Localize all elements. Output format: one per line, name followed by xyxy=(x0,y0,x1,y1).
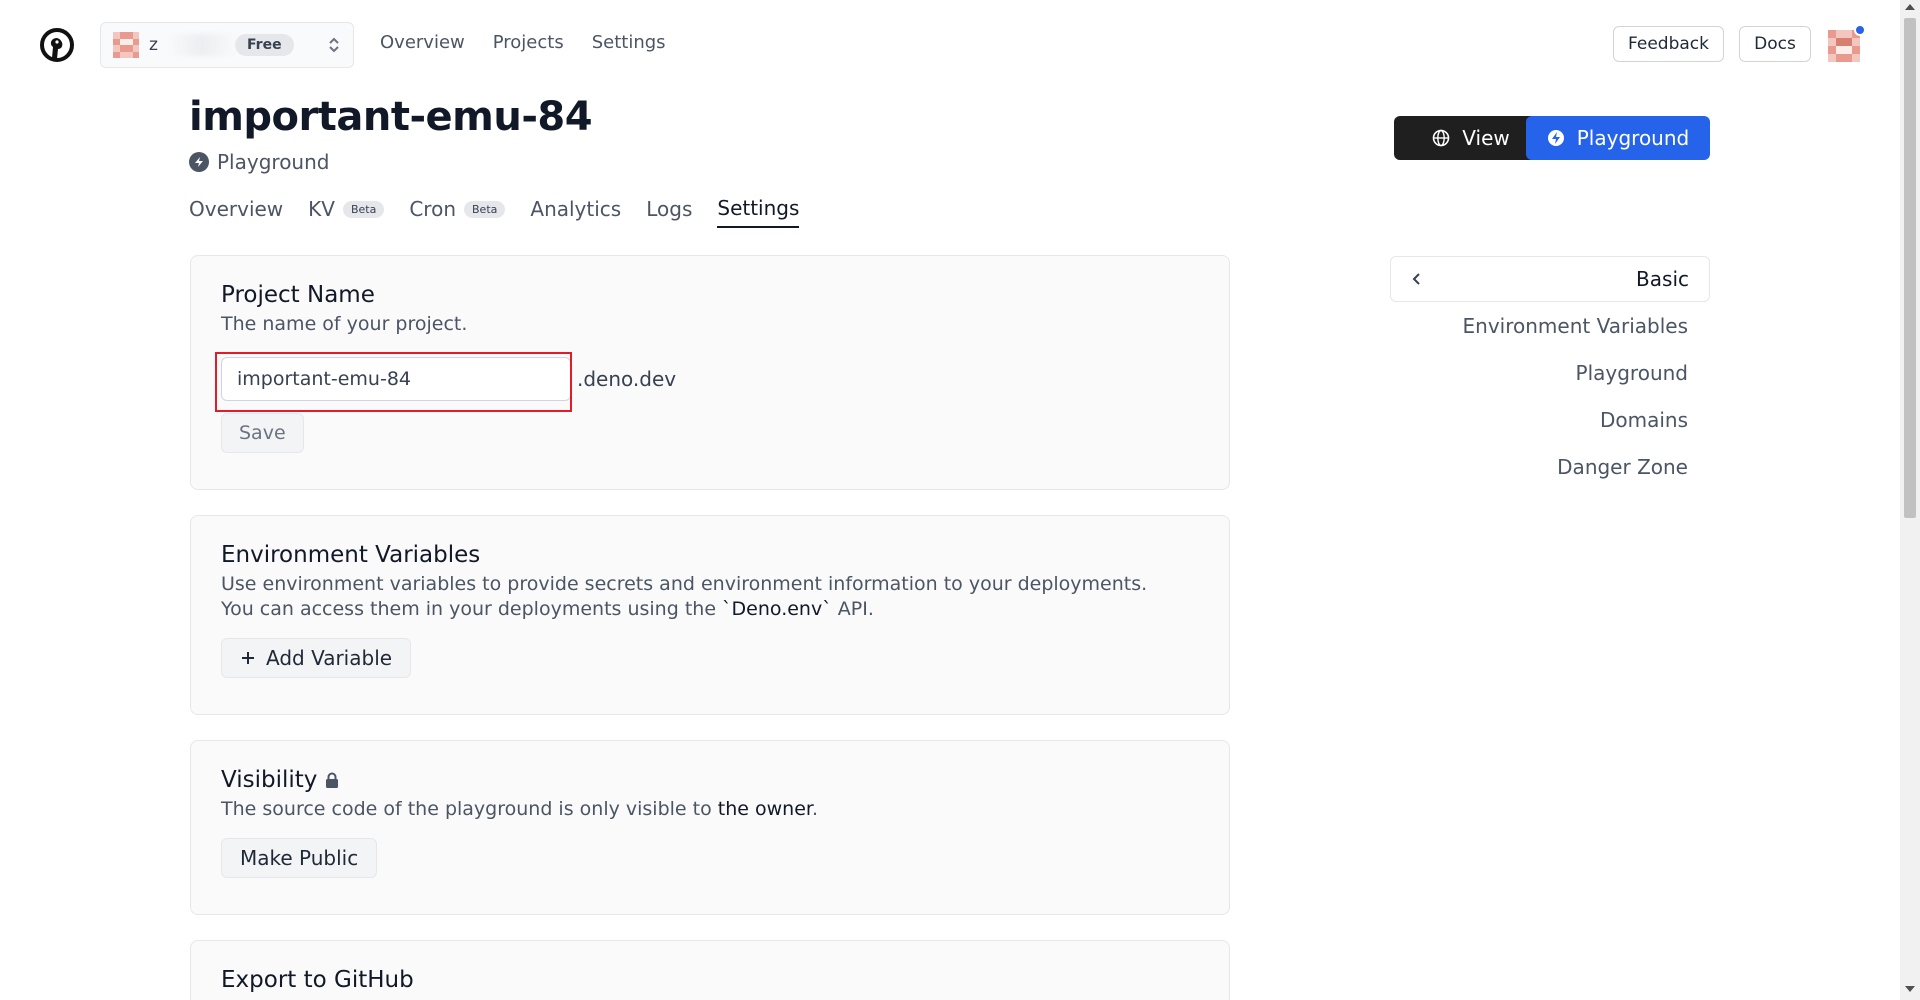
deno-env-code: `Deno.env` xyxy=(722,598,832,620)
settings-section-selector[interactable]: Basic xyxy=(1390,256,1710,302)
tab-overview[interactable]: Overview xyxy=(189,196,283,228)
project-name-heading: Project Name xyxy=(221,282,375,308)
side-item-domains[interactable]: Domains xyxy=(1390,400,1688,447)
top-nav-links: Overview Projects Settings xyxy=(380,32,666,53)
add-variable-label: Add Variable xyxy=(266,646,393,670)
input-highlight-box xyxy=(215,352,572,412)
scroll-up-arrow-icon[interactable] xyxy=(1905,4,1915,10)
tab-analytics[interactable]: Analytics xyxy=(530,196,621,228)
user-avatar[interactable] xyxy=(1828,30,1860,62)
deno-logo-icon[interactable] xyxy=(40,28,74,62)
tab-label: KV xyxy=(308,197,335,221)
nav-projects-link[interactable]: Projects xyxy=(493,32,564,53)
env-vars-description-line1: Use environment variables to provide sec… xyxy=(221,573,1148,595)
lock-icon xyxy=(326,772,339,788)
redacted-org-name xyxy=(168,34,236,56)
tab-kv[interactable]: KV Beta xyxy=(308,196,385,228)
nav-settings-link[interactable]: Settings xyxy=(592,32,666,53)
side-item-danger-zone[interactable]: Danger Zone xyxy=(1390,447,1688,494)
env-vars-text: API. xyxy=(831,598,874,620)
visibility-description: The source code of the playground is onl… xyxy=(221,797,1199,822)
project-title: important-emu-84 xyxy=(189,94,593,140)
visibility-title: Visibility xyxy=(221,767,318,793)
tab-label: Cron xyxy=(409,197,457,221)
view-button-label: View xyxy=(1462,126,1510,150)
playground-button[interactable]: Playground xyxy=(1526,116,1710,160)
tab-logs[interactable]: Logs xyxy=(646,196,692,228)
nav-overview-link[interactable]: Overview xyxy=(380,32,465,53)
scroll-down-arrow-icon[interactable] xyxy=(1905,986,1915,992)
project-tabs: Overview KV Beta Cron Beta Analytics Logs … xyxy=(189,196,800,228)
org-avatar xyxy=(113,32,139,58)
page-scrollbar[interactable] xyxy=(1900,0,1920,1000)
side-item-environment-variables[interactable]: Environment Variables xyxy=(1390,306,1688,353)
env-vars-heading: Environment Variables xyxy=(221,542,481,568)
environment-variables-card: Environment Variables Use environment va… xyxy=(190,515,1230,715)
plan-badge: Free xyxy=(235,34,294,56)
chevron-up-down-icon xyxy=(329,37,339,53)
project-type: Playground xyxy=(189,150,329,174)
beta-badge: Beta xyxy=(342,200,385,218)
tab-cron[interactable]: Cron Beta xyxy=(409,196,506,228)
domain-suffix: .deno.dev xyxy=(577,367,677,391)
visibility-owner: the owner xyxy=(717,798,812,820)
export-github-heading: Export to GitHub xyxy=(221,967,414,993)
plus-icon xyxy=(242,652,254,664)
side-item-playground[interactable]: Playground xyxy=(1390,353,1688,400)
add-variable-button[interactable]: Add Variable xyxy=(221,638,412,678)
tab-label: Overview xyxy=(189,197,284,221)
visibility-text: . xyxy=(811,798,818,820)
bolt-icon xyxy=(189,152,209,172)
notification-dot xyxy=(1854,24,1866,36)
env-vars-text: You can access them in your deployments … xyxy=(221,598,723,620)
visibility-heading: Visibility xyxy=(221,767,1199,793)
env-vars-description-line2: You can access them in your deployments … xyxy=(221,597,1199,622)
settings-side-menu: Environment Variables Playground Domains… xyxy=(1390,306,1688,494)
side-current-label: Basic xyxy=(1636,267,1689,291)
scrollbar-thumb[interactable] xyxy=(1904,18,1916,518)
top-navigation: z Free Overview Projects Settings Feedba… xyxy=(0,0,1900,90)
project-name-card: Project Name The name of your project. .… xyxy=(190,255,1230,490)
playground-button-label: Playground xyxy=(1576,126,1690,150)
globe-icon xyxy=(1432,129,1450,147)
docs-button[interactable]: Docs xyxy=(1739,26,1811,62)
tab-label: Logs xyxy=(646,197,693,221)
make-public-button[interactable]: Make Public xyxy=(221,838,378,878)
save-button[interactable]: Save xyxy=(221,413,304,453)
view-button[interactable]: View xyxy=(1394,116,1548,160)
tab-settings[interactable]: Settings xyxy=(717,196,800,228)
project-type-label: Playground xyxy=(217,150,330,174)
project-name-description: The name of your project. xyxy=(221,313,468,335)
feedback-button[interactable]: Feedback xyxy=(1613,26,1724,62)
visibility-card: Visibility The source code of the playgr… xyxy=(190,740,1230,915)
chevron-left-icon[interactable] xyxy=(1411,272,1423,286)
tab-label: Analytics xyxy=(530,197,622,221)
beta-badge: Beta xyxy=(464,200,506,218)
tab-label: Settings xyxy=(717,196,800,220)
visibility-text: The source code of the playground is onl… xyxy=(221,798,718,820)
bolt-circle-icon xyxy=(1547,130,1564,146)
export-github-card: Export to GitHub xyxy=(190,940,1230,1000)
